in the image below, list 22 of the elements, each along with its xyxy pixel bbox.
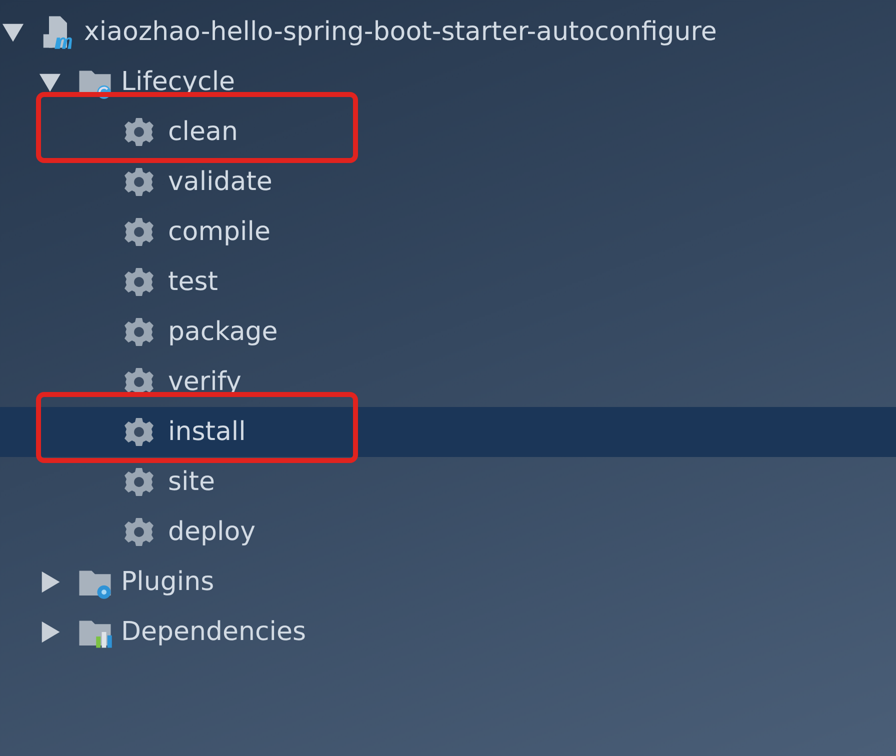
gear-icon: [123, 216, 155, 248]
gear-icon: [123, 266, 155, 298]
gear-icon: [123, 166, 155, 198]
tree-node-label[interactable]: package: [168, 319, 278, 345]
tree-node-label[interactable]: test: [168, 269, 218, 295]
tree-node-label[interactable]: deploy: [168, 519, 256, 545]
selected-row[interactable]: install: [0, 407, 896, 457]
tree-node-label[interactable]: xiaozhao-hello-spring-boot-starter-autoconfigure: [84, 19, 717, 45]
gear-icon: [123, 116, 155, 148]
gear-icon: [123, 516, 155, 548]
tree-node-label[interactable]: Plugins: [121, 569, 214, 595]
tree-node-label[interactable]: Lifecycle: [121, 69, 236, 95]
gear-icon: [123, 466, 155, 498]
tree-node-label[interactable]: Dependencies: [121, 619, 306, 645]
tree-node-label[interactable]: install: [168, 419, 246, 445]
tree-node-label[interactable]: site: [168, 469, 215, 495]
tree-node-label[interactable]: clean: [168, 119, 238, 145]
tree-node-label[interactable]: compile: [168, 219, 270, 245]
gear-icon: [123, 316, 155, 348]
tree-node-label[interactable]: validate: [168, 169, 272, 195]
tree-node-label[interactable]: verify: [168, 369, 242, 395]
gear-icon: [123, 416, 155, 448]
